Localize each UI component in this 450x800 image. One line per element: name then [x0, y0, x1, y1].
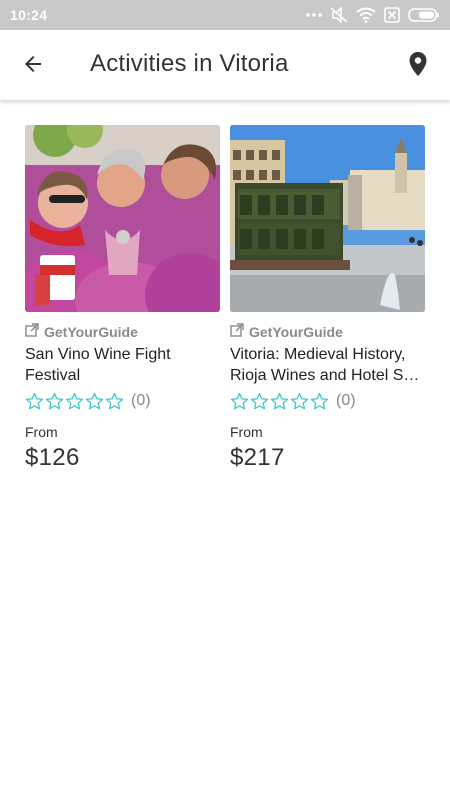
external-link-icon — [25, 323, 39, 340]
star-outline-icon — [85, 392, 104, 410]
rating-count: (0) — [336, 392, 356, 409]
wifi-icon — [356, 7, 376, 23]
arrow-left-icon — [21, 52, 45, 81]
map-button[interactable] — [404, 51, 432, 81]
battery-icon — [408, 8, 440, 22]
provider-row: GetYourGuide — [25, 323, 220, 340]
star-outline-icon — [65, 392, 84, 410]
app-bar: Activities in Vitoria — [0, 30, 450, 100]
star-outline-icon — [45, 392, 64, 410]
activity-photo-wine-fight — [25, 125, 220, 312]
provider-row: GetYourGuide — [230, 323, 425, 340]
status-icons — [306, 7, 440, 23]
provider-name: GetYourGuide — [44, 323, 138, 340]
dots-icon — [306, 12, 322, 18]
sim-off-icon — [384, 7, 400, 23]
activity-card[interactable]: GetYourGuide San Vino Wine Fight Festiva… — [25, 125, 220, 472]
star-outline-icon — [290, 392, 309, 410]
back-button[interactable] — [18, 51, 48, 81]
activity-title: San Vino Wine Fight Festival — [25, 346, 171, 384]
status-bar: 10:24 — [0, 0, 450, 30]
page-title: Activities in Vitoria — [90, 50, 289, 77]
activity-photo-vitoria-square — [230, 125, 425, 312]
star-outline-icon — [25, 392, 44, 410]
star-rating: (0) — [230, 392, 425, 410]
activity-grid: GetYourGuide San Vino Wine Fight Festiva… — [25, 125, 425, 472]
location-pin-icon — [408, 51, 428, 82]
status-time: 10:24 — [10, 7, 48, 23]
star-outline-icon — [310, 392, 329, 410]
price: $217 — [230, 444, 285, 471]
external-link-icon — [230, 323, 244, 340]
mute-icon — [330, 7, 348, 23]
star-outline-icon — [270, 392, 289, 410]
activity-card[interactable]: GetYourGuide Vitoria: Medieval History, … — [230, 125, 425, 472]
activity-title: Vitoria: Medieval History, Rioja Wines a… — [230, 346, 420, 384]
price: $126 — [25, 444, 80, 471]
star-outline-icon — [230, 392, 249, 410]
star-outline-icon — [250, 392, 269, 410]
provider-name: GetYourGuide — [249, 323, 343, 340]
star-rating: (0) — [25, 392, 220, 410]
price-from-label: From — [25, 424, 58, 440]
price-from-label: From — [230, 424, 263, 440]
star-outline-icon — [105, 392, 124, 410]
rating-count: (0) — [131, 392, 151, 409]
